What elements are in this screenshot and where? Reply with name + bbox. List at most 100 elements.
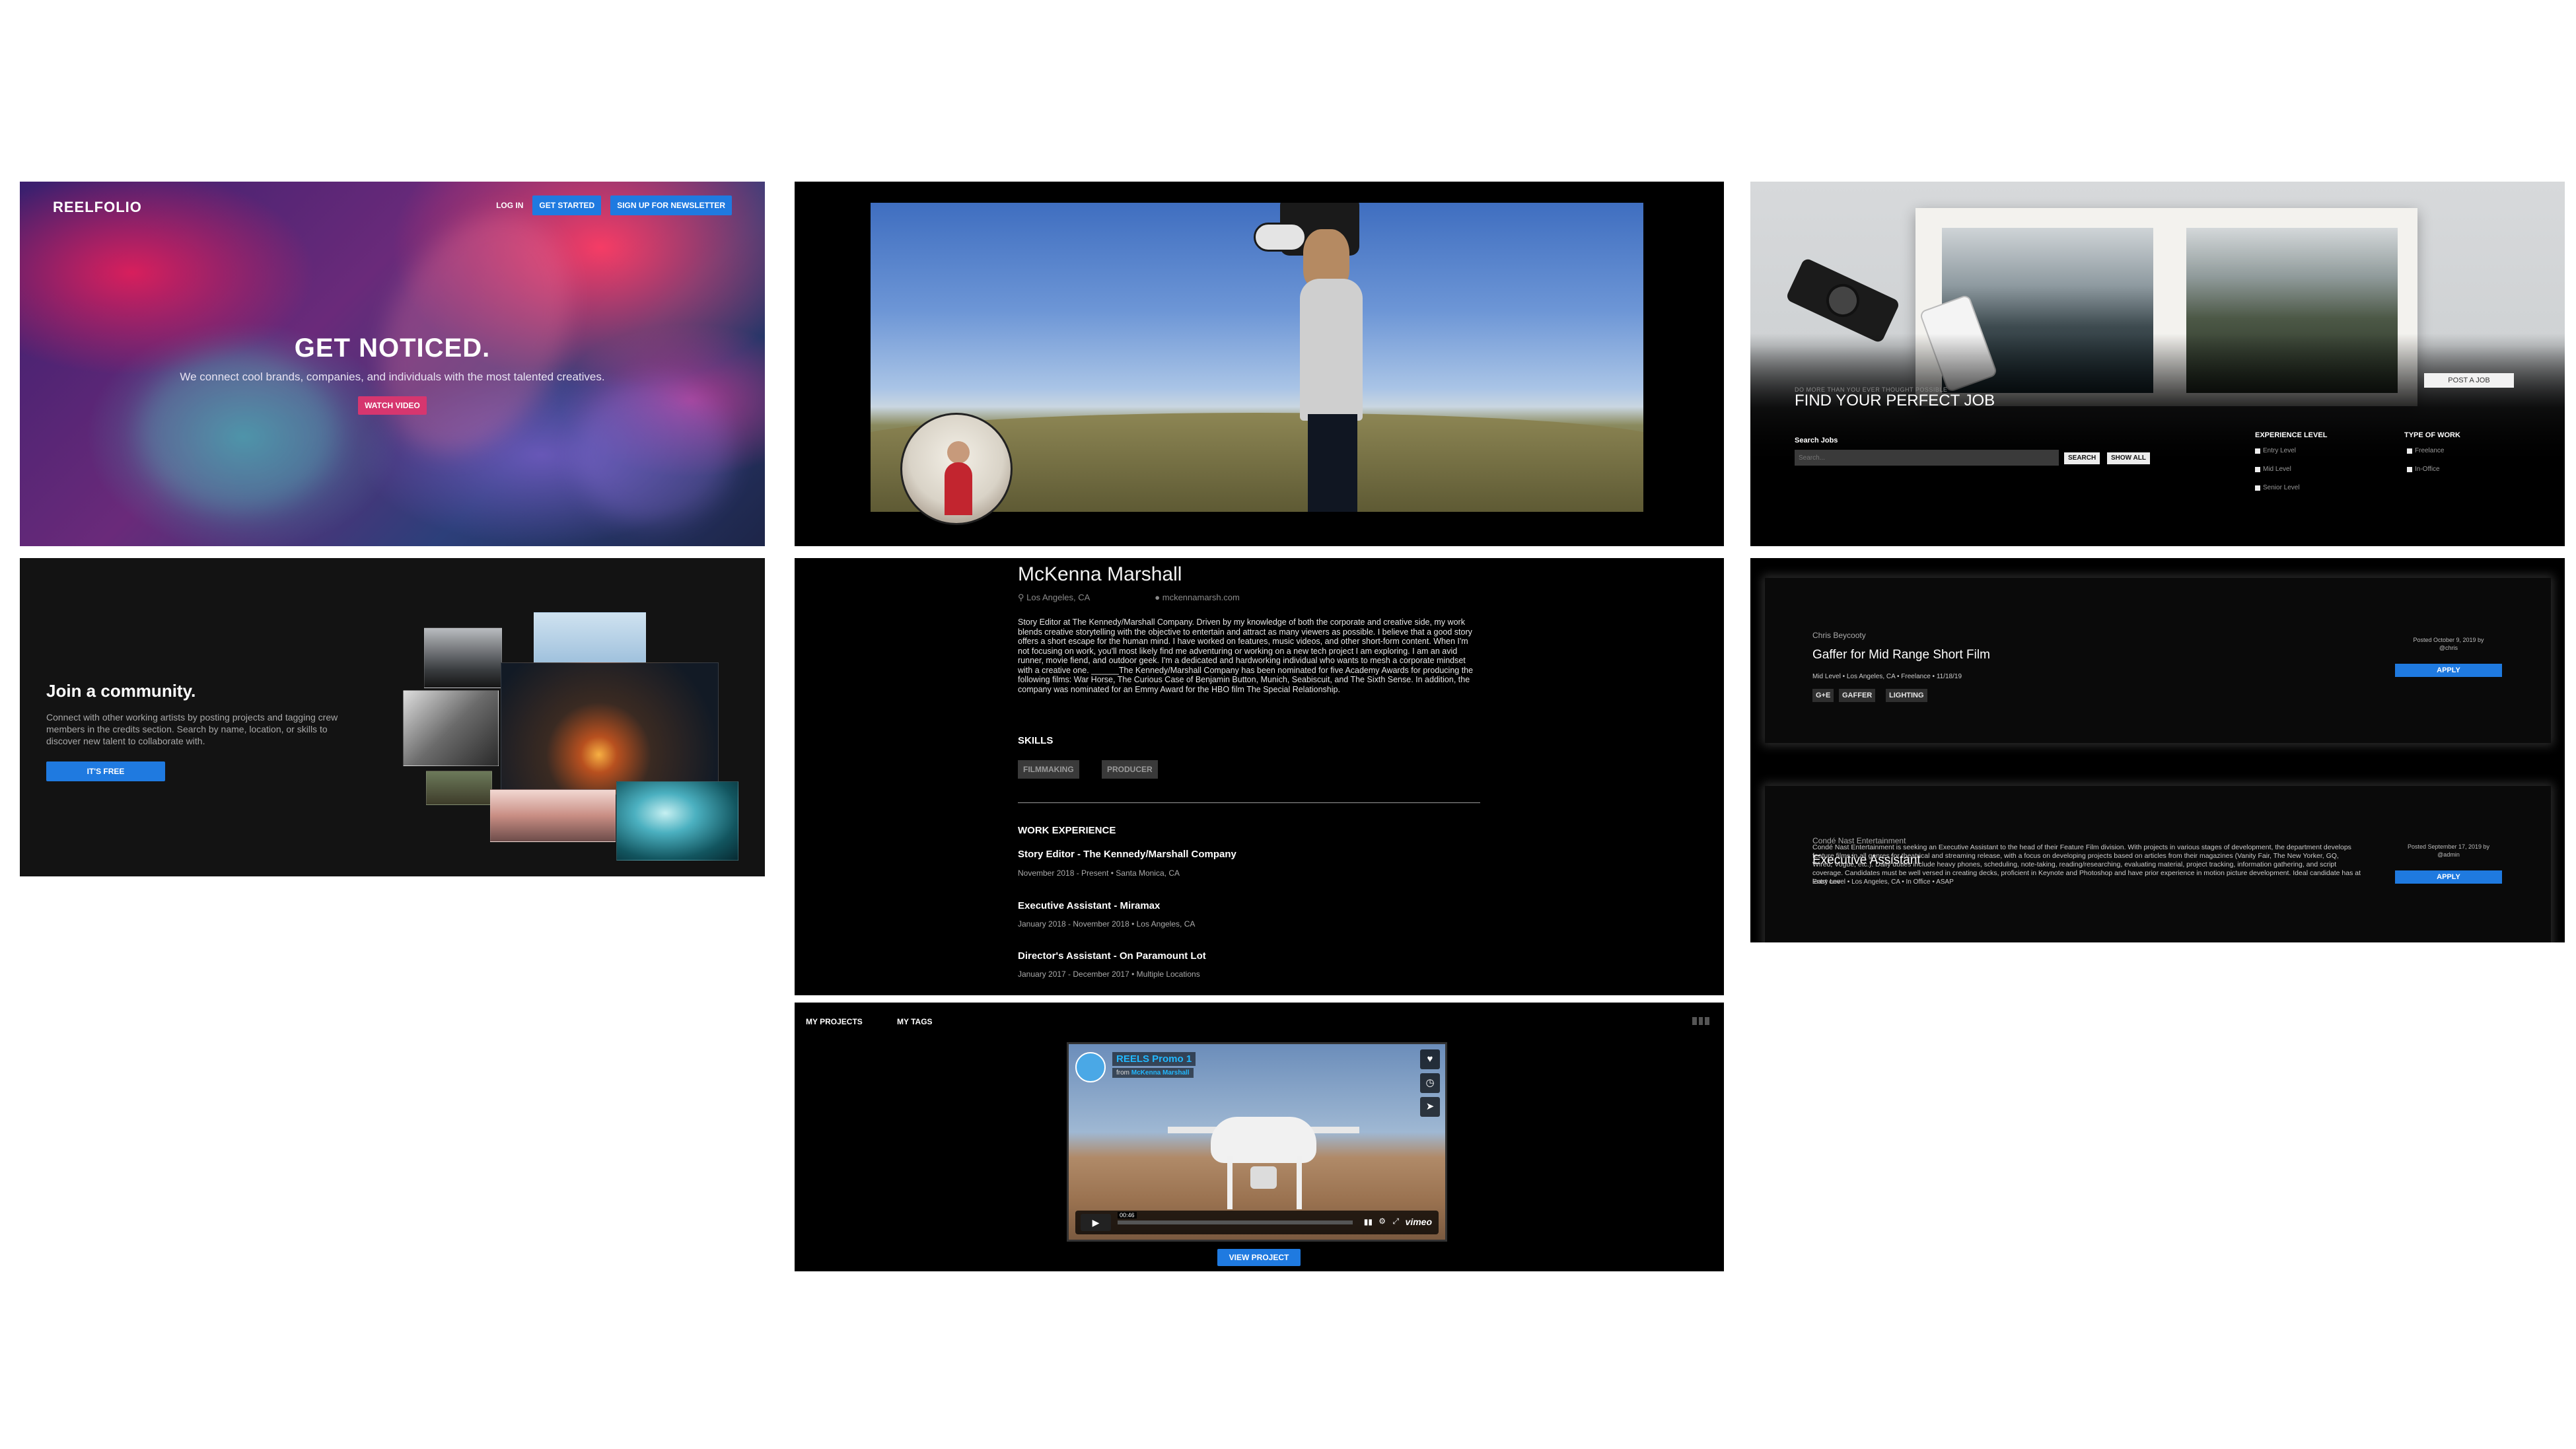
hero-subtitle: We connect cool brands, companies, and i… [180, 371, 605, 383]
profile-website[interactable]: mckennamarsh.com [1163, 592, 1240, 602]
skill-tag[interactable]: PRODUCER [1102, 760, 1158, 779]
camera-prop [1785, 257, 1901, 344]
jobs-title: FIND YOUR PERFECT JOB [1795, 392, 1995, 409]
filter-in-office[interactable]: In-Office [2407, 466, 2440, 473]
apply-button[interactable]: APPLY [2395, 664, 2502, 677]
job-company: Chris Beycooty [1812, 631, 1866, 640]
filter-freelance[interactable]: Freelance [2407, 447, 2444, 454]
hero-overlay [1750, 334, 2565, 546]
video-time: 00:46 [1118, 1212, 1137, 1219]
photo-drone [534, 612, 646, 665]
checkbox[interactable] [2407, 466, 2412, 472]
globe-icon: ● [1155, 592, 1163, 602]
experience-meta: November 2018 - Present • Santa Monica, … [1018, 868, 1180, 878]
watch-later-clock-icon[interactable]: ◷ [1420, 1073, 1440, 1093]
volume-icon[interactable]: ▮▮ [1364, 1217, 1373, 1226]
experience-title: Story Editor - The Kennedy/Marshall Comp… [1018, 849, 1236, 860]
watch-video-button[interactable]: WATCH VIDEO [358, 396, 427, 415]
video-player[interactable]: REELS Promo 1 from McKenna Marshall ♥ ◷ … [1067, 1042, 1447, 1242]
section-divider [1018, 802, 1480, 803]
profile-location: Los Angeles, CA [1026, 592, 1091, 602]
newsletter-button[interactable]: SIGN UP FOR NEWSLETTER [610, 195, 732, 215]
community-panel: Join a community. Connect with other wor… [20, 558, 765, 876]
job-tag[interactable]: LIGHTING [1886, 689, 1927, 702]
job-meta: Mid Level • Los Angeles, CA • Freelance … [1812, 673, 1962, 680]
work-experience-heading: WORK EXPERIENCE [1018, 825, 1116, 836]
hero-content: GET NOTICED. We connect cool brands, com… [20, 334, 765, 415]
login-link[interactable]: LOG IN [496, 201, 523, 210]
checkbox[interactable] [2255, 485, 2260, 491]
photo-campfire [501, 662, 719, 795]
experience-meta: January 2017 - December 2017 • Multiple … [1018, 970, 1200, 979]
location-pin-icon: ⚲ [1018, 592, 1027, 602]
hero-nav: LOG IN GET STARTED SIGN UP FOR NEWSLETTE… [496, 195, 732, 215]
search-input[interactable] [1795, 450, 2059, 466]
photo-wave [616, 781, 738, 861]
progress-bar[interactable] [1118, 1220, 1353, 1224]
projects-panel: MY PROJECTS MY TAGS REELS Promo 1 from M… [795, 1003, 1724, 1271]
checkbox[interactable] [2407, 448, 2412, 454]
photo-landscape [426, 771, 492, 805]
filter-entry-level[interactable]: Entry Level [2255, 447, 2296, 454]
search-label: Search Jobs [1795, 437, 1838, 444]
get-started-button[interactable]: GET STARTED [532, 195, 602, 215]
job-description: Condé Nast Entertainment is seeking an E… [1812, 843, 2361, 886]
profile-bio: Story Editor at The Kennedy/Marshall Com… [1018, 618, 1474, 694]
photographer-figure [1254, 203, 1373, 512]
website-row[interactable]: ● mckennamarsh.com [1155, 592, 1240, 603]
play-icon[interactable]: ▶ [1081, 1214, 1111, 1231]
view-project-button[interactable]: VIEW PROJECT [1217, 1249, 1301, 1266]
video-title[interactable]: REELS Promo 1 [1112, 1052, 1196, 1066]
drone-gimbal [1250, 1166, 1277, 1189]
video-controls: ▶ 00:46 ▮▮ ⚙ ⤢ vimeo [1075, 1211, 1439, 1234]
tab-my-tags[interactable]: MY TAGS [897, 1017, 933, 1026]
job-card[interactable]: Chris Beycooty Gaffer for Mid Range Shor… [1765, 578, 2551, 743]
vimeo-logo[interactable]: vimeo [1406, 1217, 1432, 1227]
job-tag[interactable]: GAFFER [1839, 689, 1876, 702]
job-title[interactable]: Gaffer for Mid Range Short Film [1812, 648, 1990, 662]
community-text: Connect with other working artists by po… [46, 712, 338, 746]
job-listings-panel: Chris Beycooty Gaffer for Mid Range Shor… [1750, 558, 2565, 942]
experience-title: Executive Assistant - Miramax [1018, 900, 1161, 911]
post-job-button[interactable]: POST A JOB [2424, 373, 2514, 388]
checkbox[interactable] [2255, 466, 2260, 472]
find-job-panel: DO MORE THAN YOU EVER THOUGHT POSSIBLE F… [1750, 182, 2565, 546]
community-title: Join a community. [46, 681, 196, 701]
profile-details-panel: McKenna Marshall ⚲ Los Angeles, CA ● mck… [795, 558, 1724, 995]
profile-avatar[interactable] [900, 413, 1013, 525]
photo-camera-operator [424, 627, 502, 688]
posted-info: Posted September 17, 2019 by @admin [2407, 843, 2490, 858]
profile-name: McKenna Marshall [1018, 563, 1182, 585]
video-author[interactable]: from McKenna Marshall [1112, 1068, 1194, 1078]
apply-button[interactable]: APPLY [2395, 870, 2502, 884]
view-toggle-icon[interactable] [1692, 1017, 1710, 1025]
like-heart-icon[interactable]: ♥ [1420, 1049, 1440, 1069]
photo-portrait [403, 690, 499, 766]
experience-meta: January 2018 - November 2018 • Los Angel… [1018, 919, 1196, 929]
job-tag[interactable]: G+E [1812, 689, 1834, 702]
photo-sunset [490, 789, 616, 842]
experience-level-heading: EXPERIENCE LEVEL [2255, 431, 2328, 439]
type-of-work-heading: TYPE OF WORK [2404, 431, 2460, 439]
its-free-button[interactable]: IT'S FREE [46, 761, 165, 781]
location-row: ⚲ Los Angeles, CA [1018, 592, 1090, 603]
checkbox[interactable] [2255, 448, 2260, 454]
settings-gear-icon[interactable]: ⚙ [1378, 1217, 1386, 1226]
drone-leg [1227, 1156, 1233, 1209]
show-all-button[interactable]: SHOW ALL [2107, 452, 2150, 464]
channel-avatar[interactable] [1075, 1052, 1106, 1082]
fullscreen-icon[interactable]: ⤢ [1392, 1217, 1399, 1226]
reelfolio-logo[interactable]: REELFOLIO [53, 199, 142, 216]
profile-banner-panel [795, 182, 1724, 546]
skill-tag[interactable]: FILMMAKING [1018, 760, 1079, 779]
filter-mid-level[interactable]: Mid Level [2255, 466, 2291, 473]
share-send-icon[interactable]: ➤ [1420, 1097, 1440, 1117]
tab-my-projects[interactable]: MY PROJECTS [806, 1017, 863, 1026]
experience-title: Director's Assistant - On Paramount Lot [1018, 950, 1206, 962]
drone-leg [1297, 1156, 1302, 1209]
hero-title: GET NOTICED. [294, 334, 491, 363]
hero-panel: REELFOLIO LOG IN GET STARTED SIGN UP FOR… [20, 182, 765, 546]
search-button[interactable]: SEARCH [2064, 452, 2100, 464]
filter-senior-level[interactable]: Senior Level [2255, 484, 2300, 491]
posted-info: Posted October 9, 2019 by @chris [2413, 637, 2484, 651]
